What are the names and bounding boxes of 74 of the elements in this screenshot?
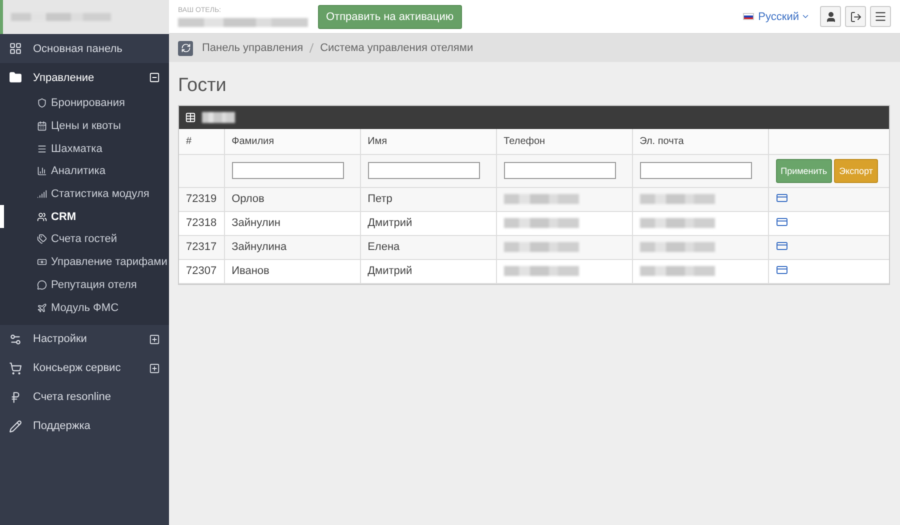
card-icon[interactable] [776, 216, 788, 228]
expand-icon[interactable] [149, 334, 160, 345]
pencil-icon [9, 420, 22, 433]
sidebar-subitem[interactable]: Управление тарифами [0, 250, 169, 274]
table-cell: Орлов [224, 187, 360, 211]
sidebar-subitem[interactable]: CRM [0, 205, 169, 228]
blurred-title [202, 112, 235, 123]
sidebar-item[interactable]: Настройки [0, 324, 169, 354]
refresh-icon[interactable] [178, 40, 193, 56]
menu-icon [37, 144, 47, 154]
table-cell: 72307 [179, 259, 224, 283]
table-cell: 72319 [179, 187, 224, 211]
filter-field[interactable] [232, 162, 344, 179]
logout-icon [850, 10, 862, 22]
column-header: Телефон [496, 129, 632, 154]
table-cell: Дмитрий [360, 211, 496, 235]
sidebar-subitem[interactable]: Статистика модуля [0, 182, 169, 206]
folder-icon [9, 71, 22, 84]
column-header: Эл. почта [632, 129, 768, 154]
cart-icon [9, 362, 22, 375]
chevron-icon [801, 12, 810, 21]
filter-field[interactable] [368, 162, 480, 179]
calendar-icon [37, 121, 47, 132]
column-header: Имя [360, 129, 496, 154]
filter-field[interactable] [504, 162, 616, 179]
plane-icon [37, 302, 47, 313]
card-icon[interactable] [776, 192, 788, 204]
logout-button[interactable] [845, 6, 866, 27]
user-icon [824, 10, 836, 22]
sidebar-item[interactable]: Консьерж сервис [0, 354, 169, 383]
user-button[interactable] [820, 6, 841, 27]
sidebar-item[interactable]: Управление [0, 63, 169, 92]
collapse-icon[interactable] [149, 72, 160, 83]
filter-field[interactable] [640, 162, 752, 179]
table-cell: Петр [360, 187, 496, 211]
table-cell: Елена [360, 235, 496, 259]
table-icon [185, 112, 196, 123]
expand-icon[interactable] [149, 362, 160, 374]
sidebar-item[interactable]: Основная панель [0, 34, 169, 63]
sidebar-subitem[interactable]: Цены и квоты [0, 114, 169, 138]
sidebar-item[interactable]: Поддержка [0, 412, 169, 441]
signal-icon [37, 189, 47, 200]
sidebar-subitem[interactable]: Аналитика [0, 160, 169, 183]
sidebar-subitem[interactable]: Бронирования [0, 92, 169, 115]
chat-icon [37, 280, 47, 290]
shield-icon [37, 98, 47, 108]
language-selector[interactable]: Русский [758, 10, 810, 22]
menu-button[interactable] [870, 6, 891, 27]
bar-chart-icon [37, 166, 47, 176]
banknote-icon [37, 257, 47, 268]
card-icon[interactable] [776, 264, 788, 276]
column-header: Фамилия [224, 129, 360, 154]
table-cell: Зайнулина [224, 235, 360, 259]
sidebar-item[interactable]: Счета resonline [0, 382, 169, 412]
table-cell: Иванов [224, 259, 360, 283]
users-icon [37, 212, 47, 222]
breadcrumb-link[interactable]: Панель управления [202, 42, 304, 54]
sidebar-subitem[interactable]: Счета гостей [0, 228, 169, 251]
breadcrumb-link[interactable]: Система управления отелями [320, 42, 474, 54]
card-icon[interactable] [776, 240, 788, 252]
flag-icon [743, 13, 754, 20]
menu-icon [874, 10, 887, 23]
ruble-icon [9, 390, 22, 404]
table-cell: 72318 [179, 211, 224, 235]
table-cell: 72317 [179, 235, 224, 259]
sidebar-subitem[interactable]: Модуль ФМС [0, 296, 169, 319]
grid-icon [9, 42, 22, 55]
page-title: Гости [178, 75, 228, 97]
table-cell: Дмитрий [360, 259, 496, 283]
sidebar-subitem[interactable]: Шахматка [0, 137, 169, 160]
tags-icon [37, 234, 47, 244]
table-cell: Зайнулин [224, 211, 360, 235]
sidebar-subitem[interactable]: Репутация отеля [0, 274, 169, 296]
column-header: # [179, 129, 224, 154]
